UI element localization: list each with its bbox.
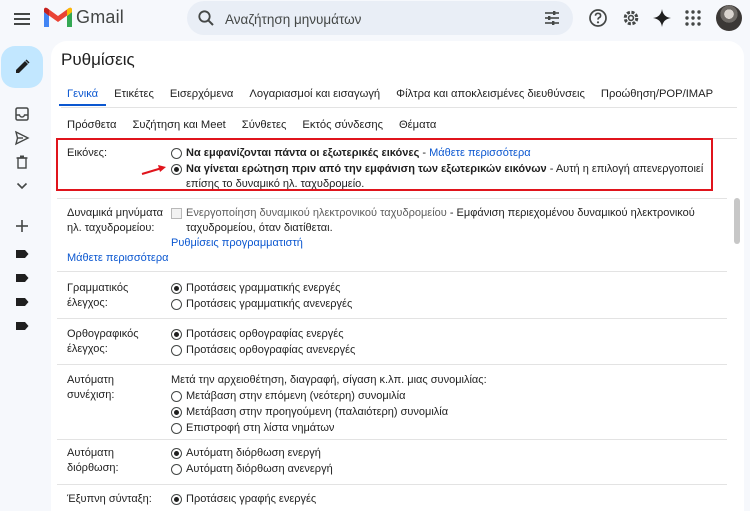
tab-general[interactable]: Γενικά: [59, 82, 107, 106]
section-divider: [57, 364, 727, 365]
radio-button[interactable]: [171, 299, 182, 310]
radio-button-selected[interactable]: [171, 407, 182, 418]
setting-label: Αυτόματη συνέχιση:: [67, 374, 115, 401]
radio-button[interactable]: [171, 423, 182, 434]
spelling-on-option[interactable]: Προτάσεις ορθογραφίας ενεργές: [171, 327, 726, 343]
red-arrow-icon: [141, 165, 166, 175]
auto-advance-prev-option[interactable]: Μετάβαση στην προηγούμενη (παλαιότερη) σ…: [171, 405, 726, 421]
tab-accounts[interactable]: Λογαριασμοί και εισαγωγή: [241, 82, 388, 106]
radio-button-selected[interactable]: [171, 283, 182, 294]
auto-advance-list-option[interactable]: Επιστροφή στη λίστα νημάτων: [171, 421, 726, 437]
auto-advance-next-option[interactable]: Μετάβαση στην επόμενη (νεότερη) συνομιλί…: [171, 389, 726, 405]
help-icon[interactable]: [588, 8, 608, 28]
section-divider: [57, 484, 727, 485]
apps-grid-icon[interactable]: [683, 8, 703, 28]
label-icon[interactable]: [14, 318, 30, 334]
section-divider: [57, 271, 727, 272]
grammar-off-option[interactable]: Προτάσεις γραμματικής ανενεργές: [171, 297, 726, 313]
radio-button[interactable]: [171, 391, 182, 402]
radio-button-selected[interactable]: [171, 448, 182, 459]
setting-label: Δυναμικά μηνύματα ηλ. ταχυδρομείου:: [67, 207, 164, 234]
sent-icon[interactable]: [14, 130, 30, 146]
learn-more-link[interactable]: Μάθετε περισσότερα: [67, 251, 168, 266]
section-divider: [57, 198, 727, 199]
settings-tabs-row-2: Πρόσθετα Συζήτηση και Meet Σύνθετες Εκτό…: [59, 113, 444, 137]
label-icon[interactable]: [14, 270, 30, 286]
compose-button[interactable]: [1, 46, 43, 88]
gemini-sparkle-icon[interactable]: [652, 8, 672, 28]
label-icon[interactable]: [14, 294, 30, 310]
tab-themes[interactable]: Θέματα: [391, 113, 444, 137]
tab-labels[interactable]: Ετικέτες: [106, 82, 162, 106]
radio-button[interactable]: [171, 464, 182, 475]
tabs-divider: [61, 107, 737, 108]
developer-settings-row: Ρυθμίσεις προγραμματιστή: [171, 236, 726, 252]
trash-icon[interactable]: [14, 154, 30, 170]
page-title: Ρυθμίσεις: [61, 50, 135, 69]
pencil-icon: [16, 59, 30, 73]
search-input[interactable]: [223, 7, 527, 31]
search-bar[interactable]: [187, 1, 573, 35]
tab-chat-meet[interactable]: Συζήτηση και Meet: [125, 113, 234, 137]
settings-tabs-row-1: Γενικά Ετικέτες Εισερχόμενα Λογαριασμοί …: [59, 82, 721, 106]
checkbox[interactable]: [171, 208, 182, 219]
tab-forwarding[interactable]: Προώθηση/POP/IMAP: [593, 82, 721, 106]
app-name: Gmail: [76, 7, 125, 27]
chevron-down-icon[interactable]: [14, 178, 30, 194]
spelling-off-option[interactable]: Προτάσεις ορθογραφίας ανενεργές: [171, 343, 726, 359]
search-icon[interactable]: [197, 9, 215, 27]
label-icon[interactable]: [14, 246, 30, 262]
search-options-icon[interactable]: [543, 9, 561, 27]
tab-filters[interactable]: Φίλτρα και αποκλεισμένες διευθύνσεις: [388, 82, 593, 106]
tab-offline[interactable]: Εκτός σύνδεσης: [294, 113, 391, 137]
smart-compose-on-option[interactable]: Προτάσεις γραφής ενεργές: [171, 492, 726, 508]
grammar-on-option[interactable]: Προτάσεις γραμματικής ενεργές: [171, 281, 726, 297]
section-divider: [57, 318, 727, 319]
gear-icon[interactable]: [621, 8, 641, 28]
autocorrect-off-option[interactable]: Αυτόματη διόρθωση ανενεργή: [171, 462, 726, 478]
top-bar: Gmail: [0, 0, 750, 38]
plus-icon[interactable]: [14, 218, 30, 234]
account-avatar[interactable]: [716, 5, 742, 31]
dynamic-email-checkbox-option[interactable]: Ενεργοποίηση δυναμικού ηλεκτρονικού ταχυ…: [171, 206, 726, 236]
developer-settings-link[interactable]: Ρυθμίσεις προγραμματιστή: [171, 237, 303, 249]
setting-label: Γραμματικός έλεγχος:: [67, 282, 129, 309]
settings-panel: Ρυθμίσεις Γενικά Ετικέτες Εισερχόμενα Λο…: [51, 41, 744, 511]
tab-advanced[interactable]: Σύνθετες: [234, 113, 295, 137]
inbox-icon[interactable]: [14, 106, 30, 122]
setting-label: Αυτόματη διόρθωση:: [67, 447, 119, 474]
section-divider: [57, 439, 727, 440]
auto-advance-intro: Μετά την αρχειοθέτηση, διαγραφή, σίγαση …: [171, 374, 487, 386]
autocorrect-on-option[interactable]: Αυτόματη διόρθωση ενεργή: [171, 446, 726, 462]
tab-addons[interactable]: Πρόσθετα: [59, 113, 125, 137]
setting-label: Ορθογραφικός έλεγχος:: [67, 328, 139, 355]
menu-icon[interactable]: [12, 9, 32, 29]
scrollbar-thumb[interactable]: [734, 198, 740, 244]
gmail-logo-icon[interactable]: [42, 7, 74, 29]
radio-button-selected[interactable]: [171, 329, 182, 340]
radio-button[interactable]: [171, 345, 182, 356]
tab-inbox[interactable]: Εισερχόμενα: [162, 82, 242, 106]
